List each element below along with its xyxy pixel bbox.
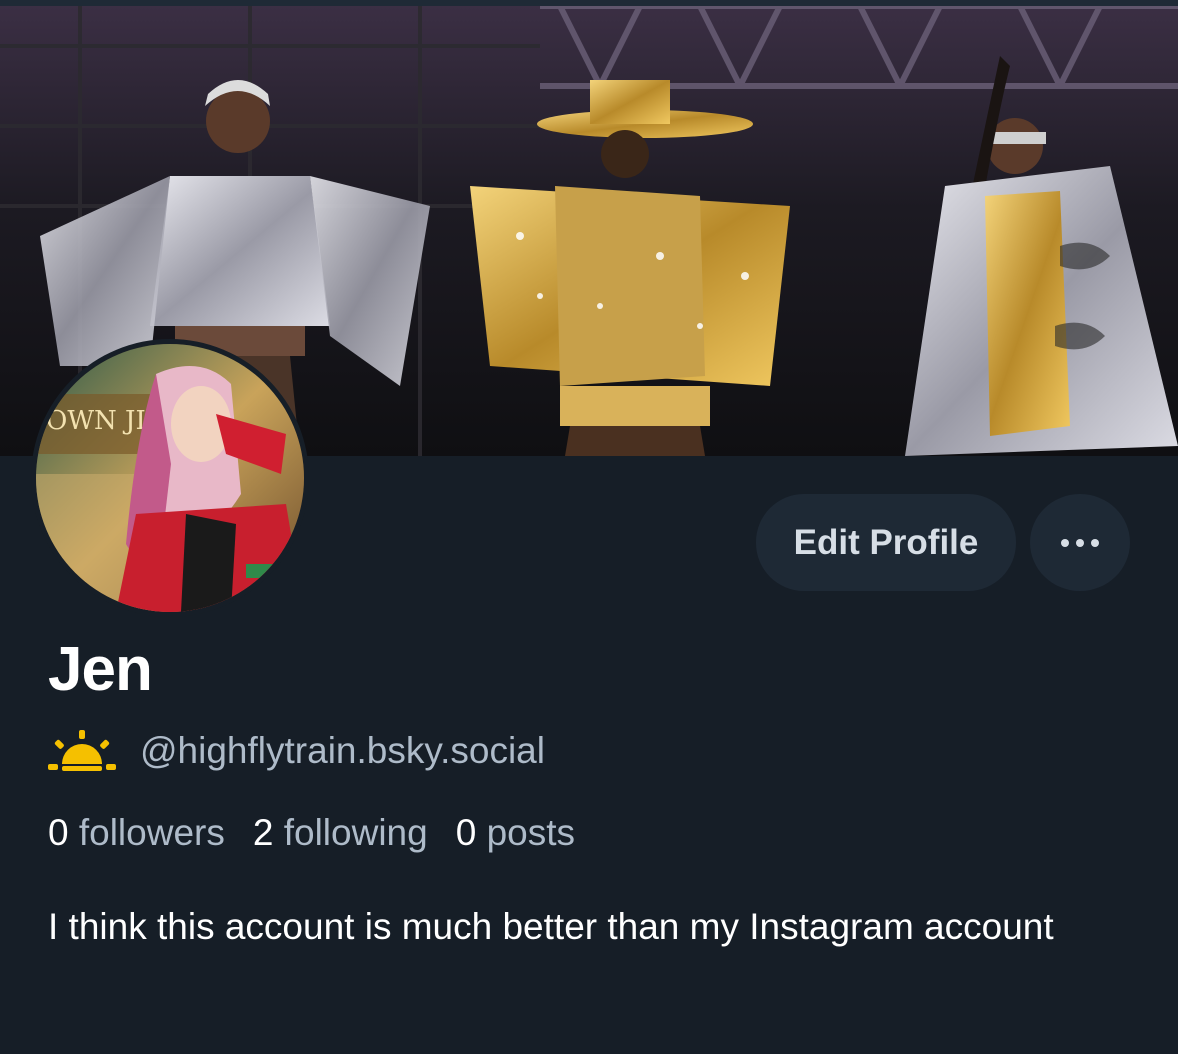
more-options-button[interactable]	[1030, 494, 1130, 591]
edit-profile-button[interactable]: Edit Profile	[756, 494, 1016, 591]
following-stat[interactable]: 2 following	[253, 812, 428, 854]
posts-label: posts	[486, 812, 575, 853]
followers-label: followers	[78, 812, 225, 853]
following-label: following	[283, 812, 428, 853]
avatar-image: OWN JL	[36, 344, 304, 612]
profile-handle: @highflytrain.bsky.social	[140, 730, 545, 771]
posts-count: 0	[455, 812, 477, 853]
profile-stats: 0 followers 2 following 0 posts	[48, 812, 575, 854]
handle-row: @highflytrain.bsky.social	[48, 726, 545, 776]
followers-stat[interactable]: 0 followers	[48, 812, 225, 854]
display-name: Jen	[48, 635, 153, 704]
followers-count: 0	[48, 812, 69, 853]
profile-avatar[interactable]: OWN JL	[31, 339, 309, 617]
sun-behind-cloud-icon	[48, 730, 116, 771]
more-options-icon	[1061, 538, 1099, 547]
following-count: 2	[252, 812, 274, 853]
svg-text:OWN JL: OWN JL	[46, 406, 153, 436]
profile-bio: I think this account is much better than…	[48, 906, 1054, 947]
posts-stat: 0 posts	[456, 812, 575, 854]
